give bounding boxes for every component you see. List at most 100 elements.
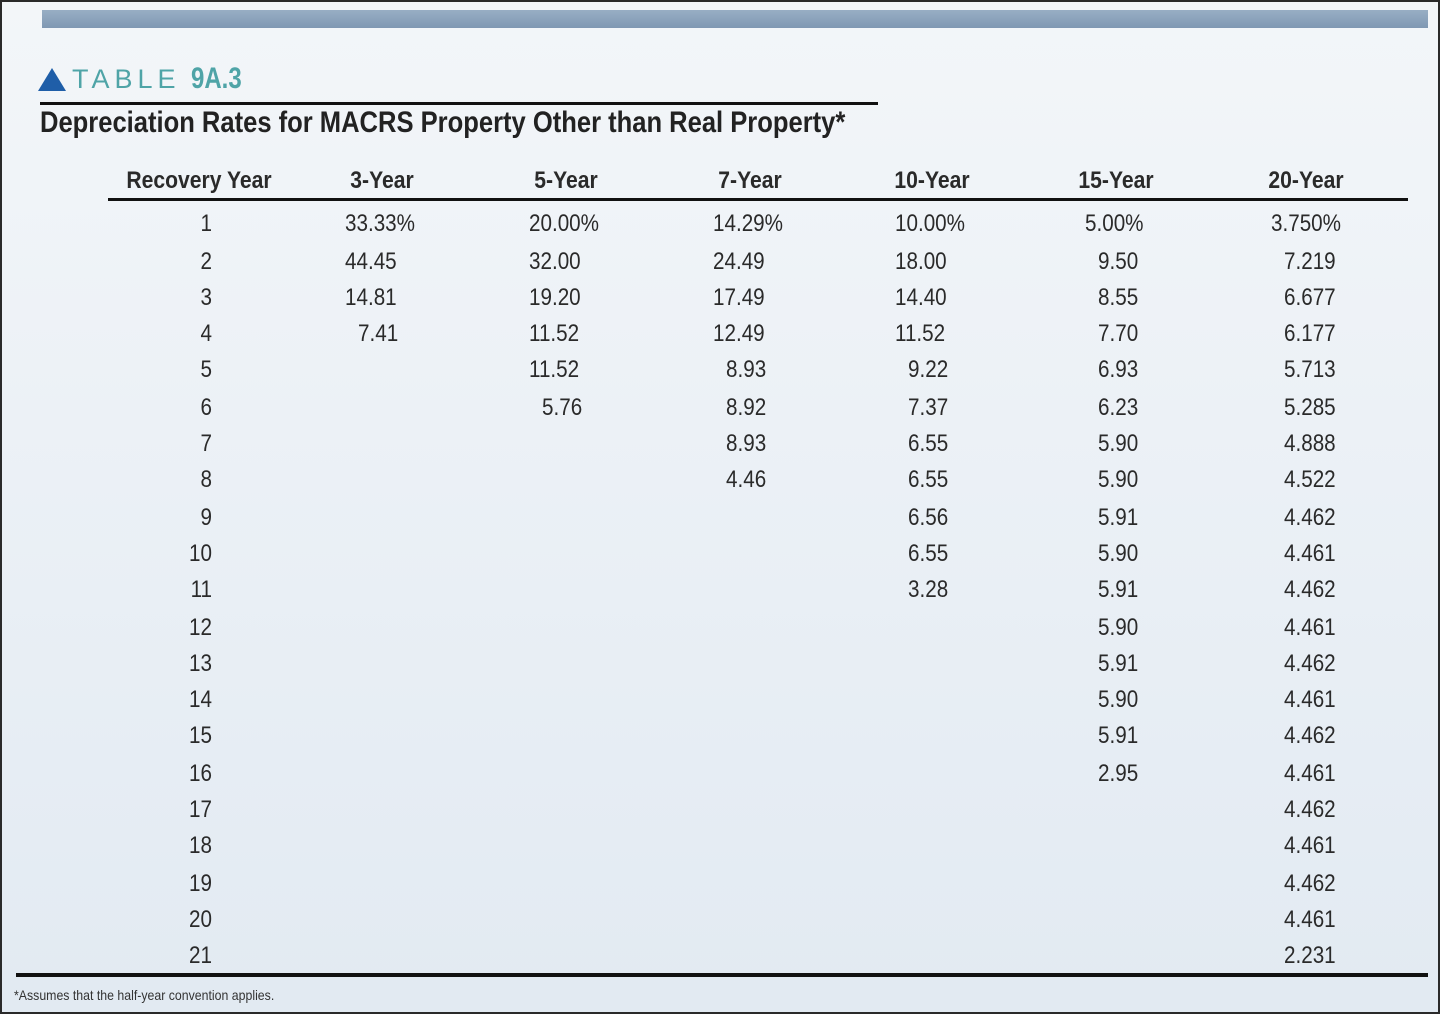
recovery-year-cell: 8 (200, 466, 212, 493)
column-header-20-year: 20-Year (1268, 167, 1344, 194)
bottom-rule (16, 973, 1428, 977)
rate-cell: 4.462 (1284, 576, 1336, 603)
rate-cell: 17.49 (713, 284, 765, 311)
table-row: 15 5.91 4.462 (2, 718, 1438, 754)
rate-cell: 5.285 (1284, 394, 1336, 421)
column-header-15-year: 15-Year (1078, 167, 1154, 194)
rate-cell: 5.91 (1098, 576, 1139, 603)
table-row: 9 6.56 5.91 4.462 (2, 500, 1438, 536)
rate-cell: 4.46 (726, 466, 767, 493)
recovery-year-cell: 1 (200, 210, 212, 237)
rate-cell: 8.93 (726, 356, 767, 383)
column-header-3-year: 3-Year (350, 167, 414, 194)
rate-cell: 4.522 (1284, 466, 1336, 493)
table-row: 6 5.76 8.92 7.37 6.23 5.285 (2, 390, 1438, 426)
recovery-year-cell: 4 (200, 320, 212, 347)
rate-cell: 8.92 (726, 394, 767, 421)
table-row: 8 4.46 6.55 5.90 4.522 (2, 462, 1438, 498)
rate-cell: 9.22 (908, 356, 949, 383)
rate-cell: 4.461 (1284, 832, 1336, 859)
triangle-icon (38, 67, 66, 91)
rate-cell: 33.33% (345, 210, 416, 237)
rate-cell: 32.00 (529, 248, 581, 275)
table-row: 5 11.52 8.93 9.22 6.93 5.713 (2, 352, 1438, 388)
rate-cell: 2.231 (1284, 942, 1336, 969)
rate-cell: 11.52 (529, 320, 580, 347)
rate-cell: 20.00% (529, 210, 600, 237)
rate-cell: 24.49 (713, 248, 765, 275)
recovery-year-cell: 2 (200, 248, 212, 275)
header-rule (108, 198, 1408, 201)
rate-cell: 19.20 (529, 284, 581, 311)
rate-cell: 5.713 (1284, 356, 1336, 383)
table-row: 2 44.45 32.00 24.49 18.00 9.50 7.219 (2, 244, 1438, 280)
rate-cell: 5.76 (542, 394, 583, 421)
rate-cell: 6.56 (908, 504, 949, 531)
rate-cell: 4.462 (1284, 504, 1336, 531)
rate-cell: 14.81 (345, 284, 397, 311)
table-row: 13 5.91 4.462 (2, 646, 1438, 682)
recovery-year-cell: 16 (189, 760, 212, 787)
recovery-year-cell: 5 (200, 356, 212, 383)
rate-cell: 6.55 (908, 430, 949, 457)
table-label-word: TABLE (72, 63, 181, 94)
rate-cell: 44.45 (345, 248, 397, 275)
rate-cell: 6.23 (1098, 394, 1139, 421)
rate-cell: 6.177 (1284, 320, 1336, 347)
rate-cell: 5.00% (1085, 210, 1144, 237)
table-row: 10 6.55 5.90 4.461 (2, 536, 1438, 572)
rate-cell: 8.93 (726, 430, 767, 457)
table-row: 21 2.231 (2, 938, 1438, 974)
rate-cell: 7.37 (908, 394, 949, 421)
rate-cell: 5.90 (1098, 686, 1139, 713)
rate-cell: 6.55 (908, 540, 949, 567)
rate-cell: 3.750% (1271, 210, 1342, 237)
rate-cell: 18.00 (895, 248, 947, 275)
rate-cell: 12.49 (713, 320, 765, 347)
table-row: 12 5.90 4.461 (2, 610, 1438, 646)
table-row: 11 3.28 5.91 4.462 (2, 572, 1438, 608)
rate-cell: 4.462 (1284, 870, 1336, 897)
table-row: 3 14.81 19.20 17.49 14.40 8.55 6.677 (2, 280, 1438, 316)
table-row: 19 4.462 (2, 866, 1438, 902)
rate-cell: 10.00% (895, 210, 966, 237)
table-row: 7 8.93 6.55 5.90 4.888 (2, 426, 1438, 462)
rate-cell: 4.462 (1284, 650, 1336, 677)
rate-cell: 4.461 (1284, 760, 1336, 787)
rate-cell: 4.461 (1284, 540, 1336, 567)
recovery-year-cell: 11 (190, 576, 212, 603)
rate-cell: 5.90 (1098, 430, 1139, 457)
rate-cell: 4.461 (1284, 686, 1336, 713)
recovery-year-cell: 3 (200, 284, 212, 311)
recovery-year-cell: 6 (200, 394, 212, 421)
rate-cell: 4.462 (1284, 796, 1336, 823)
table-label: TABLE 9A.3 (38, 60, 254, 98)
rate-cell: 5.90 (1098, 614, 1139, 641)
recovery-year-cell: 18 (189, 832, 212, 859)
rate-cell: 5.91 (1098, 504, 1139, 531)
recovery-year-cell: 19 (189, 870, 212, 897)
table-row: 1 33.33% 20.00% 14.29% 10.00% 5.00% 3.750% (2, 206, 1438, 242)
rate-cell: 4.461 (1284, 614, 1336, 641)
table-row: 18 4.461 (2, 828, 1438, 864)
column-header-5-year: 5-Year (534, 167, 598, 194)
recovery-year-cell: 9 (200, 504, 212, 531)
rate-cell: 14.29% (713, 210, 784, 237)
rate-cell: 4.461 (1284, 906, 1336, 933)
table-row: 17 4.462 (2, 792, 1438, 828)
footnote: *Assumes that the half-year convention a… (14, 987, 275, 1003)
top-accent-bar (42, 10, 1428, 28)
rate-cell: 2.95 (1098, 760, 1139, 787)
column-header-recovery-year: Recovery Year (126, 167, 272, 194)
table-title: Depreciation Rates for MACRS Property Ot… (40, 106, 846, 139)
column-header-7-year: 7-Year (718, 167, 782, 194)
column-header-10-year: 10-Year (894, 167, 970, 194)
rate-cell: 6.55 (908, 466, 949, 493)
rate-cell: 4.888 (1284, 430, 1336, 457)
table-row: 20 4.461 (2, 902, 1438, 938)
recovery-year-cell: 21 (189, 942, 212, 969)
table-row: 14 5.90 4.461 (2, 682, 1438, 718)
rate-cell: 5.90 (1098, 466, 1139, 493)
rate-cell: 7.219 (1284, 248, 1336, 275)
rate-cell: 5.91 (1098, 650, 1139, 677)
